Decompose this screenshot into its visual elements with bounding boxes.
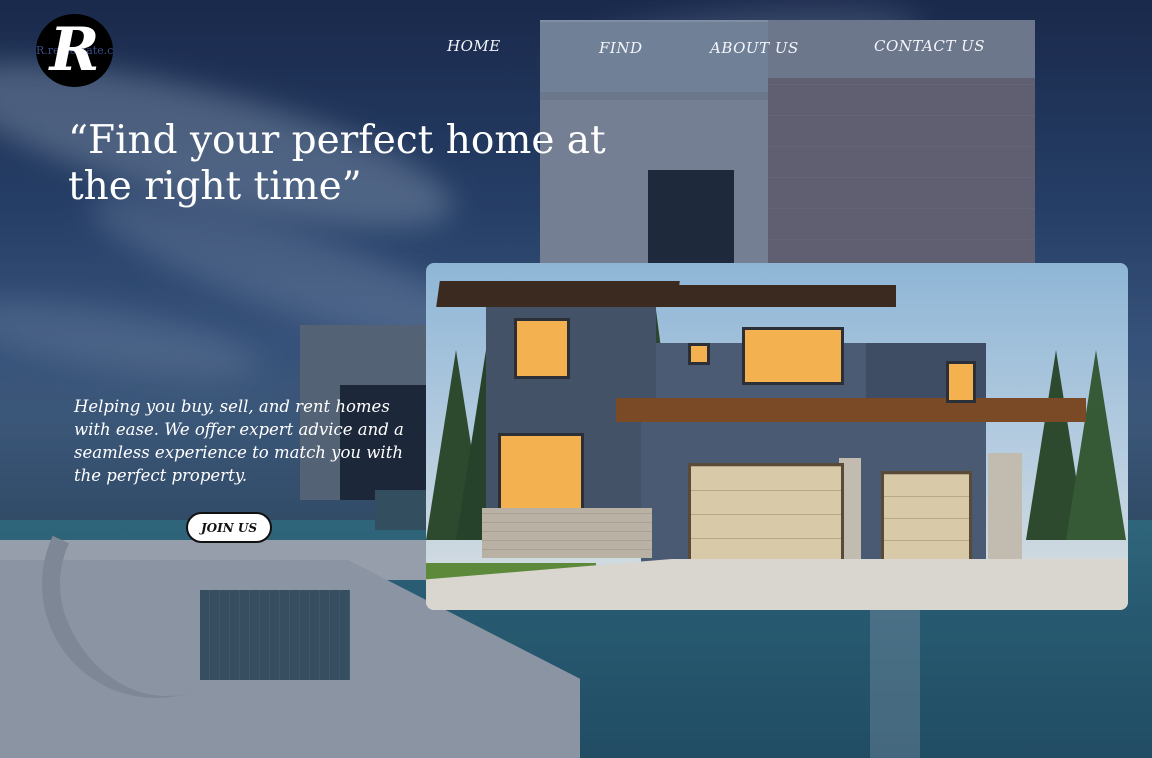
tree (1066, 350, 1126, 540)
hero-description: Helping you buy, sell, and rent homes wi… (74, 397, 404, 485)
house-window (688, 343, 710, 365)
join-us-button[interactable]: JOIN US (186, 512, 272, 543)
house-window (742, 327, 844, 385)
house-roof (656, 285, 896, 307)
nav-home-link[interactable]: HOME (447, 37, 501, 55)
hero-headline: “Find your perfect home at the right tim… (68, 118, 606, 209)
house-window (946, 361, 976, 403)
house-roof (436, 281, 680, 307)
house-window (498, 433, 584, 519)
nav-contact-link[interactable]: CONTACT US (874, 37, 985, 55)
house-window (514, 318, 570, 379)
brand-logo-letter: R (49, 15, 100, 85)
nav-find-link[interactable]: FIND (599, 39, 642, 57)
nav-about-link[interactable]: ABOUT US (710, 39, 799, 57)
brand-logo[interactable]: R.realestate.co R (36, 14, 113, 87)
stone-pillar (988, 453, 1022, 571)
stone-facade (482, 508, 652, 558)
garage-door (688, 463, 844, 565)
garage-door (881, 471, 972, 565)
house-roof (616, 398, 1086, 422)
featured-house-image (426, 263, 1128, 610)
